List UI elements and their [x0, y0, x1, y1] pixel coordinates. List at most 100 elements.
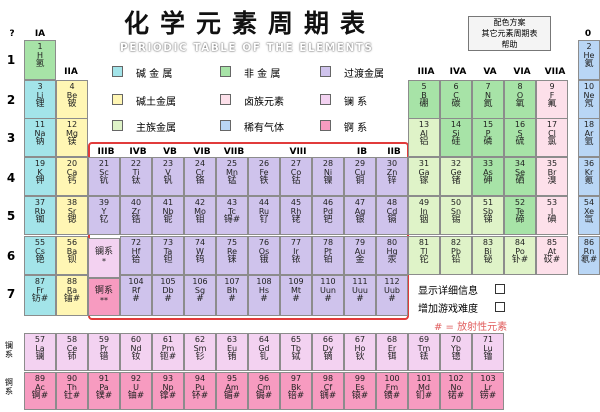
element-cell-al[interactable]: 13 Al 铝	[408, 118, 440, 157]
element-cell-tm[interactable]: 69 Tm 铥	[408, 333, 440, 371]
element-cell-ru[interactable]: 44 Ru 钌	[248, 196, 280, 235]
element-cell-yb[interactable]: 70 Yb 镱	[440, 333, 472, 371]
element-cell-np[interactable]: 93 Np 镎#	[152, 372, 184, 410]
element-cell-kr[interactable]: 36 Kr 氪	[578, 157, 600, 196]
element-cell-si[interactable]: 14 Si 硅	[440, 118, 472, 157]
element-cell-pb[interactable]: 82 Pb 铅	[440, 236, 472, 275]
element-cell-hs[interactable]: 108 Hs #	[248, 275, 280, 316]
menu-item-help[interactable]: 帮助	[469, 39, 550, 50]
lanthanide-placeholder-cell[interactable]: 镧系 *	[88, 238, 120, 278]
element-cell-zr[interactable]: 40 Zr 锆	[120, 196, 152, 235]
element-cell-na[interactable]: 11 Na 钠	[24, 118, 56, 157]
element-cell-ho[interactable]: 67 Ho 钬	[344, 333, 376, 371]
element-cell-i[interactable]: 53 I 碘	[536, 196, 568, 235]
element-cell-ta[interactable]: 73 Ta 钽	[152, 236, 184, 275]
element-cell-ti[interactable]: 22 Ti 钛	[120, 157, 152, 196]
element-cell-sg[interactable]: 106 Sg #	[184, 275, 216, 316]
element-cell-ir[interactable]: 77 Ir 铱	[280, 236, 312, 275]
element-cell-co[interactable]: 27 Co 钴	[280, 157, 312, 196]
element-cell-he[interactable]: 2 He 氦	[578, 40, 600, 80]
element-cell-sb[interactable]: 51 Sb 锑	[472, 196, 504, 235]
element-cell-md[interactable]: 101 Md 钔#	[408, 372, 440, 410]
element-cell-sn[interactable]: 50 Sn 锡	[440, 196, 472, 235]
element-cell-cr[interactable]: 24 Cr 铬	[184, 157, 216, 196]
element-cell-ag[interactable]: 47 Ag 银	[344, 196, 376, 235]
game-difficulty-checkbox[interactable]	[495, 302, 505, 312]
element-cell-ne[interactable]: 10 Ne 氖	[578, 80, 600, 119]
element-cell-bi[interactable]: 83 Bi 铋	[472, 236, 504, 275]
element-cell-fr[interactable]: 87 Fr 钫#	[24, 275, 56, 316]
element-cell-at[interactable]: 85 At 砹#	[536, 236, 568, 275]
element-cell-tl[interactable]: 81 Tl 铊	[408, 236, 440, 275]
element-cell-ar[interactable]: 18 Ar 氩	[578, 118, 600, 157]
element-cell-ca[interactable]: 20 Ca 钙	[56, 157, 88, 196]
menu-item-color-scheme[interactable]: 配色方案	[469, 17, 550, 28]
element-cell-te[interactable]: 52 Te 碲	[504, 196, 536, 235]
element-cell-bh[interactable]: 107 Bh #	[216, 275, 248, 316]
element-cell-sm[interactable]: 62 Sm 钐	[184, 333, 216, 371]
element-cell-lu[interactable]: 71 Lu 镥	[472, 333, 504, 371]
element-cell-no[interactable]: 102 No 锘#	[440, 372, 472, 410]
element-cell-cd[interactable]: 48 Cd 镉	[376, 196, 408, 235]
element-cell-re[interactable]: 75 Re 铼	[216, 236, 248, 275]
element-cell-u[interactable]: 92 U 铀#	[120, 372, 152, 410]
element-cell-ra[interactable]: 88 Ra 镭#	[56, 275, 88, 316]
element-cell-lr[interactable]: 103 Lr 铹#	[472, 372, 504, 410]
element-cell-ac[interactable]: 89 Ac 锕#	[24, 372, 56, 410]
element-cell-ge[interactable]: 32 Ge 锗	[440, 157, 472, 196]
element-cell-dy[interactable]: 66 Dy 镝	[312, 333, 344, 371]
element-cell-y[interactable]: 39 Y 钇	[88, 196, 120, 235]
element-cell-eu[interactable]: 63 Eu 铕	[216, 333, 248, 371]
element-cell-ce[interactable]: 58 Ce 铈	[56, 333, 88, 371]
element-cell-pm[interactable]: 61 Pm 钷#	[152, 333, 184, 371]
element-cell-s[interactable]: 16 S 硫	[504, 118, 536, 157]
element-cell-rf[interactable]: 104 Rf #	[120, 275, 152, 316]
menu-item-other-tables[interactable]: 其它元素周期表	[469, 28, 550, 39]
element-cell-mg[interactable]: 12 Mg 镁	[56, 118, 88, 157]
element-cell-sr[interactable]: 38 Sr 锶	[56, 196, 88, 235]
element-cell-zn[interactable]: 30 Zn 锌	[376, 157, 408, 196]
element-cell-ba[interactable]: 56 Ba 钡	[56, 236, 88, 275]
element-cell-mt[interactable]: 109 Mt #	[280, 275, 312, 316]
element-cell-cl[interactable]: 17 Cl 氯	[536, 118, 568, 157]
element-cell-k[interactable]: 19 K 钾	[24, 157, 56, 196]
element-cell-be[interactable]: 4 Be 铍	[56, 80, 88, 119]
element-cell-p[interactable]: 15 P 磷	[472, 118, 504, 157]
element-cell-rh[interactable]: 45 Rh 铑	[280, 196, 312, 235]
element-cell-pr[interactable]: 59 Pr 镨	[88, 333, 120, 371]
element-cell-ga[interactable]: 31 Ga 镓	[408, 157, 440, 196]
element-cell-as[interactable]: 33 As 砷	[472, 157, 504, 196]
element-cell-w[interactable]: 74 W 钨	[184, 236, 216, 275]
element-cell-pa[interactable]: 91 Pa 镤#	[88, 372, 120, 410]
element-cell-po[interactable]: 84 Po 钋#	[504, 236, 536, 275]
element-cell-cu[interactable]: 29 Cu 铜	[344, 157, 376, 196]
element-cell-cf[interactable]: 98 Cf 锎#	[312, 372, 344, 410]
element-cell-tb[interactable]: 65 Tb 铽	[280, 333, 312, 371]
element-cell-h[interactable]: 1H氢	[24, 40, 56, 80]
element-cell-v[interactable]: 23 V 钒	[152, 157, 184, 196]
actinide-placeholder-cell[interactable]: 锕系 **	[88, 278, 120, 316]
element-cell-c[interactable]: 6C碳	[440, 80, 472, 119]
element-cell-pu[interactable]: 94 Pu 钚#	[184, 372, 216, 410]
element-cell-es[interactable]: 99 Es 锿#	[344, 372, 376, 410]
element-cell-fe[interactable]: 26 Fe 铁	[248, 157, 280, 196]
element-cell-mn[interactable]: 25 Mn 锰	[216, 157, 248, 196]
element-cell-er[interactable]: 68 Er 铒	[376, 333, 408, 371]
element-cell-mo[interactable]: 42 Mo 钼	[184, 196, 216, 235]
element-cell-pt[interactable]: 78 Pt 铂	[312, 236, 344, 275]
element-cell-in[interactable]: 49 In 铟	[408, 196, 440, 235]
element-cell-pd[interactable]: 46 Pd 钯	[312, 196, 344, 235]
element-cell-hg[interactable]: 80 Hg 汞	[376, 236, 408, 275]
element-cell-os[interactable]: 76 Os 锇	[248, 236, 280, 275]
element-cell-la[interactable]: 57 La 镧	[24, 333, 56, 371]
element-cell-se[interactable]: 34 Se 硒	[504, 157, 536, 196]
element-cell-tc[interactable]: 43 Tc 锝#	[216, 196, 248, 235]
element-cell-ni[interactable]: 28 Ni 镍	[312, 157, 344, 196]
element-cell-n[interactable]: 7N氮	[472, 80, 504, 119]
element-cell-th[interactable]: 90 Th 钍#	[56, 372, 88, 410]
element-cell-b[interactable]: 5B硼	[408, 80, 440, 119]
show-details-checkbox[interactable]	[495, 284, 505, 294]
element-cell-cs[interactable]: 55 Cs 铯	[24, 236, 56, 275]
element-cell-nd[interactable]: 60 Nd 钕	[120, 333, 152, 371]
element-cell-cm[interactable]: 96 Cm 锔#	[248, 372, 280, 410]
